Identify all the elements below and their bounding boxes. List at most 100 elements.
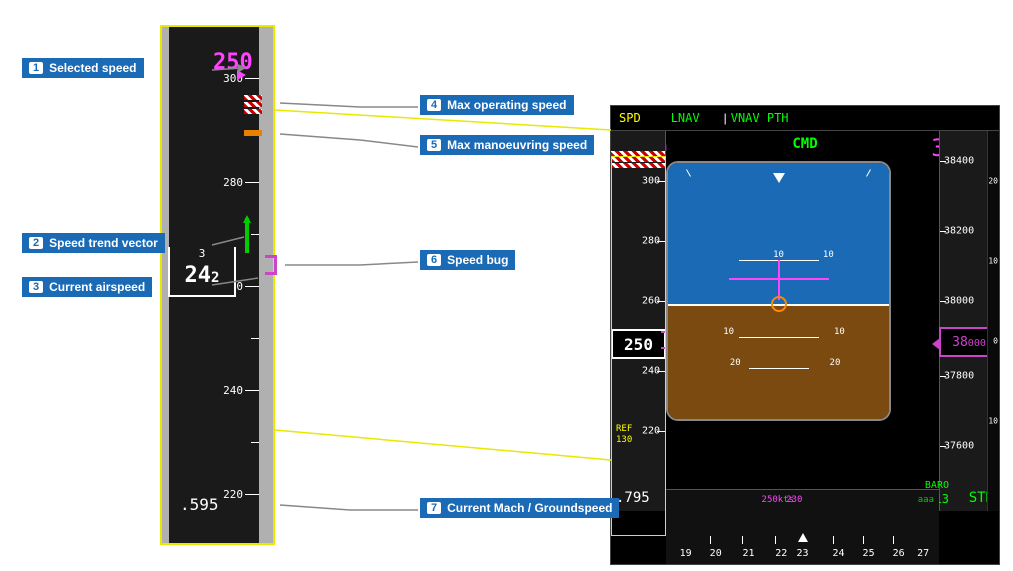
line-5a: [360, 140, 418, 147]
max-manoeuvring-speed-indicator: [244, 130, 262, 136]
pitch-label-m10-r: 10: [834, 327, 845, 337]
rp-ref-label: REF130: [616, 424, 632, 446]
compass-arc: 19 20 21 22 23 24 25 26 27 250kts 230 aa…: [666, 489, 939, 564]
label-6-speed-bug: 6 Speed bug: [420, 250, 515, 270]
ai-ground: [668, 304, 889, 419]
label-1-num: 1: [29, 62, 43, 74]
rp-mach-display: .795: [616, 490, 650, 506]
rp-alt-38200: 38200: [944, 226, 974, 237]
speed-bug: [265, 255, 277, 275]
speed-bug-shape: [265, 255, 277, 275]
trend-arrow: [245, 218, 249, 253]
vs-scale: 20 10 0 10: [987, 131, 999, 511]
rp-alt-38000: 38000: [944, 296, 974, 307]
rp-tick-280: [657, 241, 665, 242]
flight-director-vertical: [778, 260, 780, 300]
vs-10: 10: [988, 257, 998, 266]
rp-tick-220: [657, 431, 665, 432]
label-4-text: Max operating speed: [447, 98, 566, 112]
pitch-label-10-l: 10: [773, 250, 784, 260]
label-2-text: Speed trend vector: [49, 236, 158, 250]
line-4b: [280, 103, 360, 107]
lnav-label: LNAV: [671, 111, 700, 125]
label-6-num: 6: [427, 254, 441, 266]
compass-trk-val: aaa: [918, 495, 934, 505]
hash-bar-1: [244, 95, 262, 100]
hash-bar-2: [244, 102, 262, 107]
label-4-max-op-speed: 4 Max operating speed: [420, 95, 574, 115]
label-7-mach-groundspeed: 7 Current Mach / Groundspeed: [420, 498, 619, 518]
rp-tick-300: [657, 181, 665, 182]
vs-0: 0: [993, 337, 998, 346]
compass-27: 27: [917, 548, 929, 559]
rp-atick-38000: [940, 301, 946, 302]
compass-19: 19: [680, 548, 692, 559]
ctick-26: [893, 536, 894, 544]
label-4-num: 4: [427, 99, 441, 111]
rp-altitude-box-val: 38000: [952, 335, 986, 350]
label-2-speed-trend: 2 Speed trend vector: [22, 233, 165, 253]
label-7-num: 7: [427, 502, 441, 514]
center-marker: [771, 296, 787, 312]
airspeed-scroll-top: 3: [168, 247, 236, 259]
pitch-label-m10-l: 10: [723, 327, 734, 337]
rp-speed-box: 250: [611, 329, 666, 359]
label-5-max-man-speed: 5 Max manoeuvring speed: [420, 135, 594, 155]
heading-triangle: [798, 533, 808, 542]
rp-max-op-hash: [611, 151, 665, 156]
ctick-21: [742, 536, 743, 544]
rp-left-speed-tape: 300 280 260 240 220 250 REF130 .795: [611, 131, 666, 511]
airspeed-small: 2: [211, 270, 219, 286]
pitch-label-10-r: 10: [823, 250, 834, 260]
tick-220: 220: [223, 488, 243, 501]
vs-m10: 10: [988, 417, 998, 426]
max-operating-speed-indicator: [244, 95, 262, 116]
line-5b: [280, 134, 360, 140]
airspeed-value: 242: [185, 265, 220, 287]
label-2-num: 2: [29, 237, 43, 249]
rp-max-op-hash3: [611, 163, 665, 168]
ctick-25: [863, 536, 864, 544]
compass-20: 20: [710, 548, 722, 559]
label-5-text: Max manoeuvring speed: [447, 138, 587, 152]
compass-26: 26: [893, 548, 905, 559]
ctick-22: [775, 536, 776, 544]
tick-280: 280: [223, 176, 243, 189]
pitch-label-m20-l: 20: [730, 358, 741, 368]
sep: |: [724, 111, 727, 125]
selected-speed-display: 250: [213, 50, 253, 75]
rp-max-op-hash2: [611, 157, 665, 162]
pitch-line-m10: [739, 337, 819, 338]
rp-atick-38200: [940, 231, 946, 232]
rp-alt-37800: 37800: [944, 371, 974, 382]
rp-alt-37600: 37600: [944, 441, 974, 452]
pitch-label-m20-r: 20: [830, 358, 841, 368]
compass-22: 22: [775, 548, 787, 559]
rp-altitude-box-small: 000: [968, 338, 986, 349]
label-3-text: Current airspeed: [49, 280, 145, 294]
line-6a: [360, 262, 418, 265]
label-3-num: 3: [29, 281, 43, 293]
rp-right-altitude-tape: 38400 38200 38000 37800 37600 38000 BARO…: [939, 131, 999, 511]
right-instrument-panel: SPD LNAV | VNAV PTH 250 CMD 38000 300 28…: [610, 105, 1000, 565]
hash-bar-3: [244, 109, 262, 114]
rp-atick-37800: [940, 376, 946, 377]
label-5-num: 5: [427, 139, 441, 151]
spd-label: SPD: [619, 111, 641, 125]
rp-alt-triangle: [932, 338, 940, 350]
bank-indicator: [773, 173, 785, 183]
rp-tick-240: [657, 371, 665, 372]
rp-alt-38400: 38400: [944, 156, 974, 167]
label-1-selected-speed: 1 Selected speed: [22, 58, 144, 78]
ctick-20: [710, 536, 711, 544]
airspeed-box: 242: [168, 255, 236, 297]
compass-23: 23: [796, 548, 808, 559]
selected-speed-pointer: [237, 70, 246, 80]
airspeed-next-val: 3: [199, 247, 206, 259]
right-panel-topbar: SPD LNAV | VNAV PTH: [611, 106, 999, 131]
rp-speed-box-val: 250: [624, 335, 653, 354]
compass-25: 25: [863, 548, 875, 559]
ctick-24: [833, 536, 834, 544]
airspeed-big: 24: [185, 263, 212, 288]
vnav-label: VNAV PTH: [731, 111, 789, 125]
